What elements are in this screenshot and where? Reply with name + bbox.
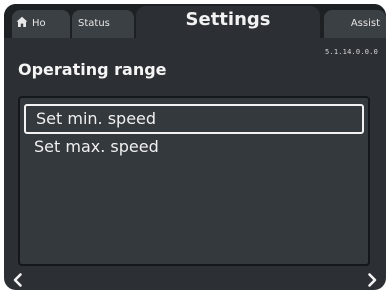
tab-settings-label: Settings — [185, 9, 271, 30]
tab-settings[interactable]: Settings — [136, 6, 320, 38]
display-screen: Ho Status Settings Assist 5.1.14.0.0.0 O… — [4, 4, 386, 290]
tab-bar: Ho Status Settings Assist — [4, 4, 386, 38]
menu-code: 5.1.14.0.0.0 — [325, 48, 378, 56]
tab-status[interactable]: Status — [72, 10, 134, 38]
forward-button[interactable] — [364, 272, 380, 288]
tab-assist[interactable]: Assist — [324, 10, 386, 38]
tab-status-label: Status — [78, 18, 110, 29]
chevron-left-icon — [13, 273, 22, 287]
chevron-right-icon — [368, 273, 377, 287]
tab-home[interactable]: Ho — [12, 10, 70, 38]
tab-assist-label: Assist — [350, 18, 380, 29]
device-frame: Ho Status Settings Assist 5.1.14.0.0.0 O… — [0, 0, 390, 294]
list-item-set-min-speed[interactable]: Set min. speed — [24, 104, 364, 134]
page-title: Operating range — [18, 60, 167, 79]
list-item-set-max-speed[interactable]: Set max. speed — [24, 134, 364, 164]
options-panel: Set min. speed Set max. speed — [18, 96, 370, 266]
tab-home-label: Ho — [32, 18, 46, 29]
home-icon — [16, 16, 28, 28]
back-button[interactable] — [10, 272, 26, 288]
